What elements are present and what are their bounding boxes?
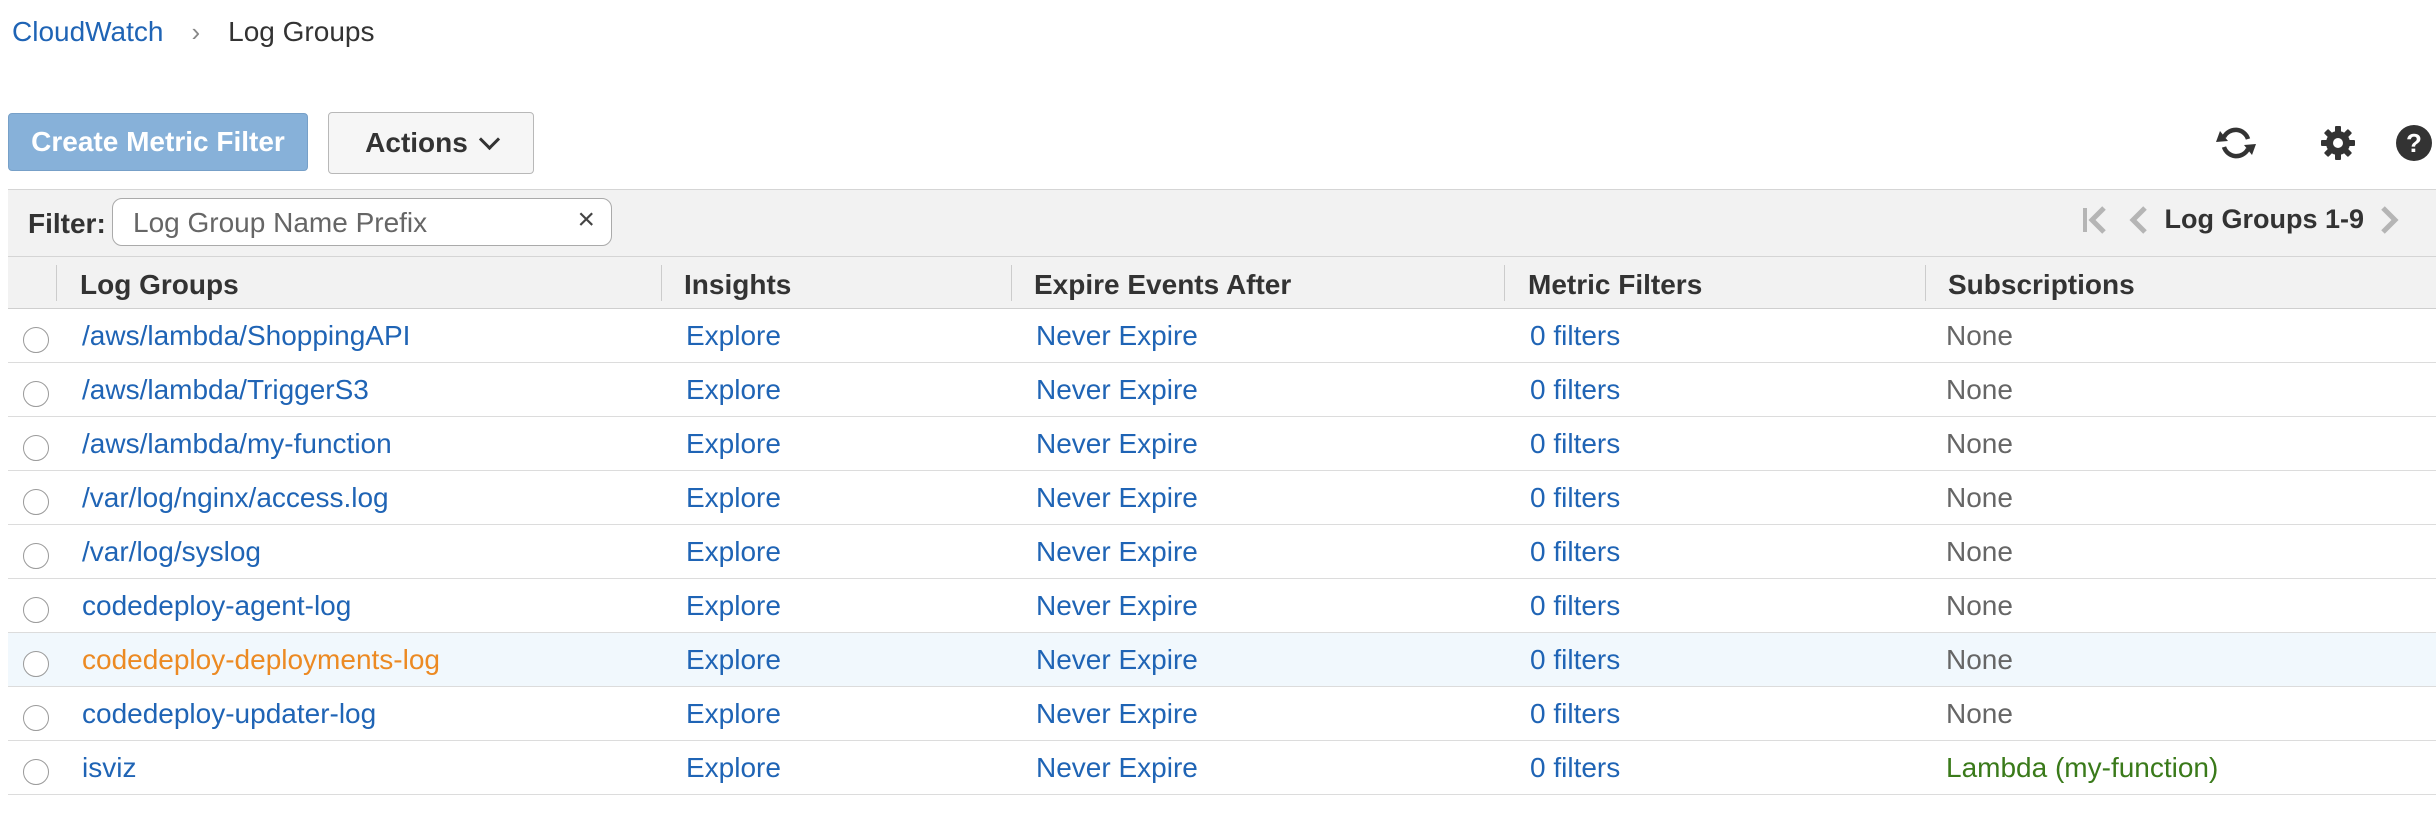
explore-insights-link[interactable]: Explore [686, 374, 781, 406]
row-select-radio[interactable] [23, 705, 49, 731]
explore-insights-link[interactable]: Explore [686, 320, 781, 352]
row-select-radio[interactable] [23, 381, 49, 407]
column-divider [56, 265, 57, 301]
table-row[interactable]: isviz Explore Never Expire 0 filters Lam… [8, 741, 2436, 795]
breadcrumb: CloudWatch › Log Groups [12, 12, 374, 52]
expire-events-link[interactable]: Never Expire [1036, 752, 1198, 784]
filter-bar: Filter: × Log Groups 1-9 [8, 189, 2436, 257]
column-divider [1925, 265, 1926, 301]
row-select-radio[interactable] [23, 759, 49, 785]
log-group-name-link[interactable]: codedeploy-agent-log [82, 590, 351, 622]
metric-filters-link[interactable]: 0 filters [1530, 374, 1620, 406]
column-divider [1504, 265, 1505, 301]
subscription-lambda-link[interactable]: Lambda (my-function) [1946, 752, 2218, 784]
filter-label: Filter: [28, 208, 106, 239]
column-header-expire-events-after[interactable]: Expire Events After [1034, 269, 1291, 301]
log-group-name-link[interactable]: /aws/lambda/ShoppingAPI [82, 320, 410, 352]
subscriptions-value: None [1946, 644, 2013, 675]
explore-insights-link[interactable]: Explore [686, 698, 781, 730]
expire-events-link[interactable]: Never Expire [1036, 536, 1198, 568]
pagination: Log Groups 1-9 [2080, 204, 2400, 235]
log-group-name-link[interactable]: /aws/lambda/my-function [82, 428, 392, 460]
metric-filters-link[interactable]: 0 filters [1530, 590, 1620, 622]
expire-events-link[interactable]: Never Expire [1036, 644, 1198, 676]
metric-filters-link[interactable]: 0 filters [1530, 536, 1620, 568]
column-divider [661, 265, 662, 301]
metric-filters-link[interactable]: 0 filters [1530, 428, 1620, 460]
column-divider [1011, 265, 1012, 301]
actions-dropdown-button[interactable]: Actions [328, 112, 534, 174]
row-select-radio[interactable] [23, 543, 49, 569]
log-group-name-link[interactable]: codedeploy-updater-log [82, 698, 376, 730]
row-select-radio[interactable] [23, 327, 49, 353]
row-select-radio[interactable] [23, 651, 49, 677]
expire-events-link[interactable]: Never Expire [1036, 482, 1198, 514]
subscriptions-value: None [1946, 374, 2013, 405]
table-row[interactable]: codedeploy-agent-log Explore Never Expir… [8, 579, 2436, 633]
explore-insights-link[interactable]: Explore [686, 590, 781, 622]
table-row[interactable]: /aws/lambda/ShoppingAPI Explore Never Ex… [8, 309, 2436, 363]
table-row[interactable]: /aws/lambda/my-function Explore Never Ex… [8, 417, 2436, 471]
metric-filters-link[interactable]: 0 filters [1530, 644, 1620, 676]
subscriptions-value: None [1946, 536, 2013, 567]
svg-text:?: ? [2406, 128, 2422, 158]
table-header: Log Groups Insights Expire Events After … [8, 257, 2436, 309]
log-group-name-link[interactable]: isviz [82, 752, 136, 784]
gear-icon[interactable] [2316, 121, 2360, 165]
next-page-icon[interactable] [2378, 205, 2400, 235]
column-header-insights[interactable]: Insights [684, 269, 791, 301]
row-select-radio[interactable] [23, 489, 49, 515]
help-icon[interactable]: ? [2392, 121, 2436, 165]
explore-insights-link[interactable]: Explore [686, 644, 781, 676]
log-group-prefix-input[interactable] [131, 205, 565, 241]
subscriptions-value: None [1946, 698, 2013, 729]
column-header-subscriptions[interactable]: Subscriptions [1948, 269, 2135, 301]
row-select-radio[interactable] [23, 597, 49, 623]
pagination-label: Log Groups 1-9 [2164, 204, 2364, 234]
explore-insights-link[interactable]: Explore [686, 536, 781, 568]
subscriptions-value: None [1946, 320, 2013, 351]
column-header-metric-filters[interactable]: Metric Filters [1528, 269, 1702, 301]
explore-insights-link[interactable]: Explore [686, 482, 781, 514]
refresh-icon[interactable] [2214, 121, 2258, 165]
metric-filters-link[interactable]: 0 filters [1530, 320, 1620, 352]
subscriptions-value: None [1946, 482, 2013, 513]
breadcrumb-current: Log Groups [228, 16, 375, 47]
first-page-icon[interactable] [2080, 205, 2114, 235]
previous-page-icon[interactable] [2128, 205, 2150, 235]
metric-filters-link[interactable]: 0 filters [1530, 482, 1620, 514]
breadcrumb-cloudwatch-link[interactable]: CloudWatch [12, 16, 163, 48]
clear-filter-icon[interactable]: × [577, 203, 595, 237]
table-row[interactable]: codedeploy-deployments-log Explore Never… [8, 633, 2436, 687]
column-header-log-groups[interactable]: Log Groups [80, 269, 239, 301]
expire-events-link[interactable]: Never Expire [1036, 698, 1198, 730]
metric-filters-link[interactable]: 0 filters [1530, 698, 1620, 730]
row-select-radio[interactable] [23, 435, 49, 461]
chevron-down-icon [478, 128, 500, 150]
breadcrumb-separator: › [191, 16, 201, 47]
expire-events-link[interactable]: Never Expire [1036, 374, 1198, 406]
subscriptions-value: None [1946, 590, 2013, 621]
table-row[interactable]: /aws/lambda/TriggerS3 Explore Never Expi… [8, 363, 2436, 417]
metric-filters-link[interactable]: 0 filters [1530, 752, 1620, 784]
create-metric-filter-button[interactable]: Create Metric Filter [8, 113, 308, 171]
log-group-name-link[interactable]: codedeploy-deployments-log [82, 644, 440, 676]
expire-events-link[interactable]: Never Expire [1036, 590, 1198, 622]
log-group-name-link[interactable]: /aws/lambda/TriggerS3 [82, 374, 369, 406]
table-row[interactable]: /var/log/syslog Explore Never Expire 0 f… [8, 525, 2436, 579]
actions-label: Actions [365, 127, 468, 158]
create-metric-filter-label: Create Metric Filter [31, 126, 285, 157]
subscriptions-value: None [1946, 428, 2013, 459]
log-group-name-link[interactable]: /var/log/nginx/access.log [82, 482, 389, 514]
filter-input-box: × [112, 198, 612, 246]
expire-events-link[interactable]: Never Expire [1036, 320, 1198, 352]
table-row[interactable]: codedeploy-updater-log Explore Never Exp… [8, 687, 2436, 741]
log-group-name-link[interactable]: /var/log/syslog [82, 536, 261, 568]
table-row[interactable]: /var/log/nginx/access.log Explore Never … [8, 471, 2436, 525]
explore-insights-link[interactable]: Explore [686, 752, 781, 784]
explore-insights-link[interactable]: Explore [686, 428, 781, 460]
expire-events-link[interactable]: Never Expire [1036, 428, 1198, 460]
